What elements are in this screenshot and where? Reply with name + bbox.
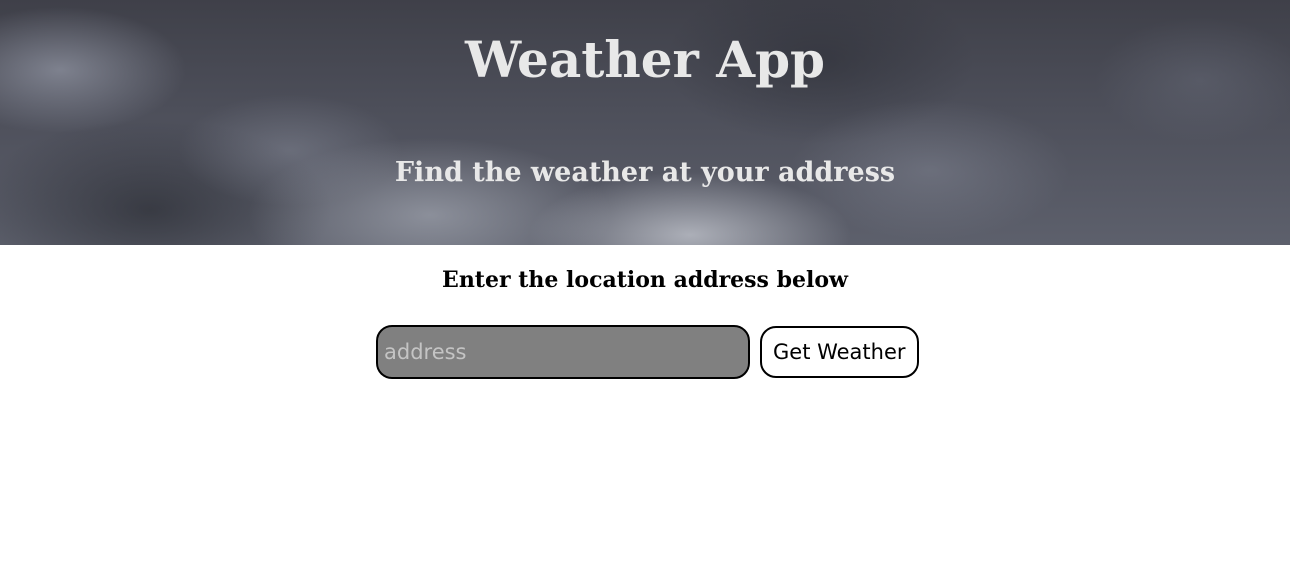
address-prompt: Enter the location address below (442, 267, 848, 293)
app-title: Weather App (464, 30, 825, 89)
address-input[interactable] (376, 325, 750, 379)
get-weather-button[interactable]: Get Weather (760, 326, 919, 378)
hero-banner: Weather App Find the weather at your add… (0, 0, 1290, 245)
app-subtitle: Find the weather at your address (394, 157, 896, 188)
weather-form: Get Weather (376, 325, 919, 379)
